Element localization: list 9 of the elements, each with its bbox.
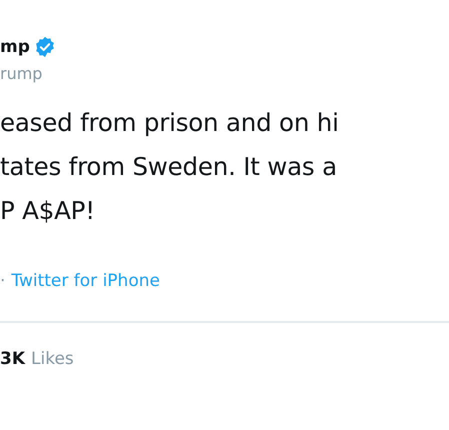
likes-count: 3K bbox=[0, 349, 26, 369]
source-link[interactable]: Twitter for iPhone bbox=[11, 271, 160, 291]
tweet-text: eased from prison and on hi bbox=[0, 107, 340, 139]
author-handle[interactable]: rump bbox=[0, 64, 449, 83]
likes-label[interactable]: Likes bbox=[31, 349, 74, 369]
author-name[interactable]: mp bbox=[0, 37, 30, 57]
tweet-text: tates from Sweden. It was a bbox=[0, 151, 338, 183]
tweet-text: P A$AP! bbox=[0, 195, 96, 227]
separator-dot: · bbox=[0, 271, 6, 291]
